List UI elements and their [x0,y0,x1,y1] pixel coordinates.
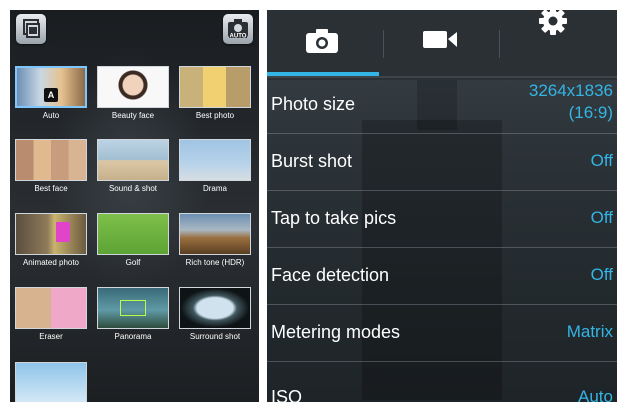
animated-photo-highlight [56,222,70,242]
mode-animated-photo[interactable]: Animated photo [15,213,87,267]
switch-camera-button[interactable] [16,14,46,44]
setting-burst-shot[interactable]: Burst shot Off [267,134,617,191]
mode-label: Animated photo [22,258,80,267]
mode-sports[interactable] [15,362,87,402]
mode-auto-thumbnail: A [15,66,87,108]
panorama-frame [120,300,146,316]
setting-label: Tap to take pics [271,208,397,228]
mode-label: Auto [42,111,60,120]
auto-badge: A [44,88,58,102]
mode-best-face[interactable]: Best face [15,139,87,193]
mode-label: Sound & shot [108,184,158,193]
mode-sound-and-shot-thumbnail [97,139,169,181]
camera-settings-panel: Photo size 3264x1836 (16:9) Burst shot O… [267,10,617,402]
tab-settings[interactable] [500,10,616,76]
mode-label: Beauty face [111,111,155,120]
gear-icon [539,10,567,35]
mode-eraser-thumbnail [15,287,87,329]
camera-modes-panel: AUTO A Auto Beauty face Best photo Best … [10,10,259,402]
tab-video[interactable] [384,10,500,76]
setting-face-detection[interactable]: Face detection Off [267,248,617,305]
switch-camera-icon [23,19,40,38]
setting-value-secondary: (16:9) [568,103,613,122]
setting-value: Auto [578,387,613,402]
setting-label: Burst shot [271,151,353,171]
setting-label: Photo size [271,94,356,114]
mode-panorama-thumbnail [97,287,169,329]
setting-label: ISO [271,387,303,402]
mode-label: Best photo [195,111,235,120]
camera-icon [306,29,338,53]
mode-beauty-face-thumbnail [97,66,169,108]
setting-value: Off [590,265,613,284]
mode-best-face-thumbnail [15,139,87,181]
mode-drama-thumbnail [179,139,251,181]
mode-label: Rich tone (HDR) [185,258,245,267]
mode-label: Golf [125,258,141,267]
mode-panorama[interactable]: Panorama [97,287,169,341]
setting-metering-modes[interactable]: Metering modes Matrix [267,305,617,362]
tab-camera[interactable] [267,10,383,76]
setting-tap-to-take-pics[interactable]: Tap to take pics Off [267,191,617,248]
mode-golf[interactable]: Golf [97,213,169,267]
mode-label: Panorama [114,332,152,341]
mode-beauty-face[interactable]: Beauty face [97,66,169,120]
mode-label: Drama [202,184,227,193]
auto-camera-icon: AUTO [228,19,248,40]
mode-best-photo-thumbnail [179,66,251,108]
setting-label: Face detection [271,265,390,285]
mode-auto[interactable]: A Auto [15,66,87,120]
settings-tab-bar [267,10,617,80]
mode-sound-and-shot[interactable]: Sound & shot [97,139,169,193]
setting-photo-size[interactable]: Photo size 3264x1836 (16:9) [267,77,617,134]
mode-best-photo[interactable]: Best photo [179,66,251,120]
mode-eraser[interactable]: Eraser [15,287,87,341]
mode-surround-shot-thumbnail [179,287,251,329]
svg-text:AUTO: AUTO [230,34,247,40]
mode-label: Best face [34,184,68,193]
auto-mode-button[interactable]: AUTO [223,14,253,44]
mode-animated-photo-thumbnail [15,213,87,255]
mode-drama[interactable]: Drama [179,139,251,193]
setting-iso[interactable]: ISO Auto [267,362,617,402]
mode-sports-thumbnail [15,362,87,402]
active-tab-indicator [267,72,379,76]
video-camera-icon [423,31,457,48]
setting-value: Off [590,208,613,227]
mode-rich-tone-hdr-thumbnail [179,213,251,255]
setting-value: Off [590,151,613,170]
setting-value: Matrix [566,322,613,341]
setting-label: Metering modes [271,322,401,342]
mode-label: Surround shot [189,332,241,341]
mode-rich-tone-hdr[interactable]: Rich tone (HDR) [179,213,251,267]
mode-label: Eraser [39,332,63,341]
mode-surround-shot[interactable]: Surround shot [179,287,251,341]
mode-golf-thumbnail [97,213,169,255]
setting-value: 3264x1836 [528,81,613,100]
